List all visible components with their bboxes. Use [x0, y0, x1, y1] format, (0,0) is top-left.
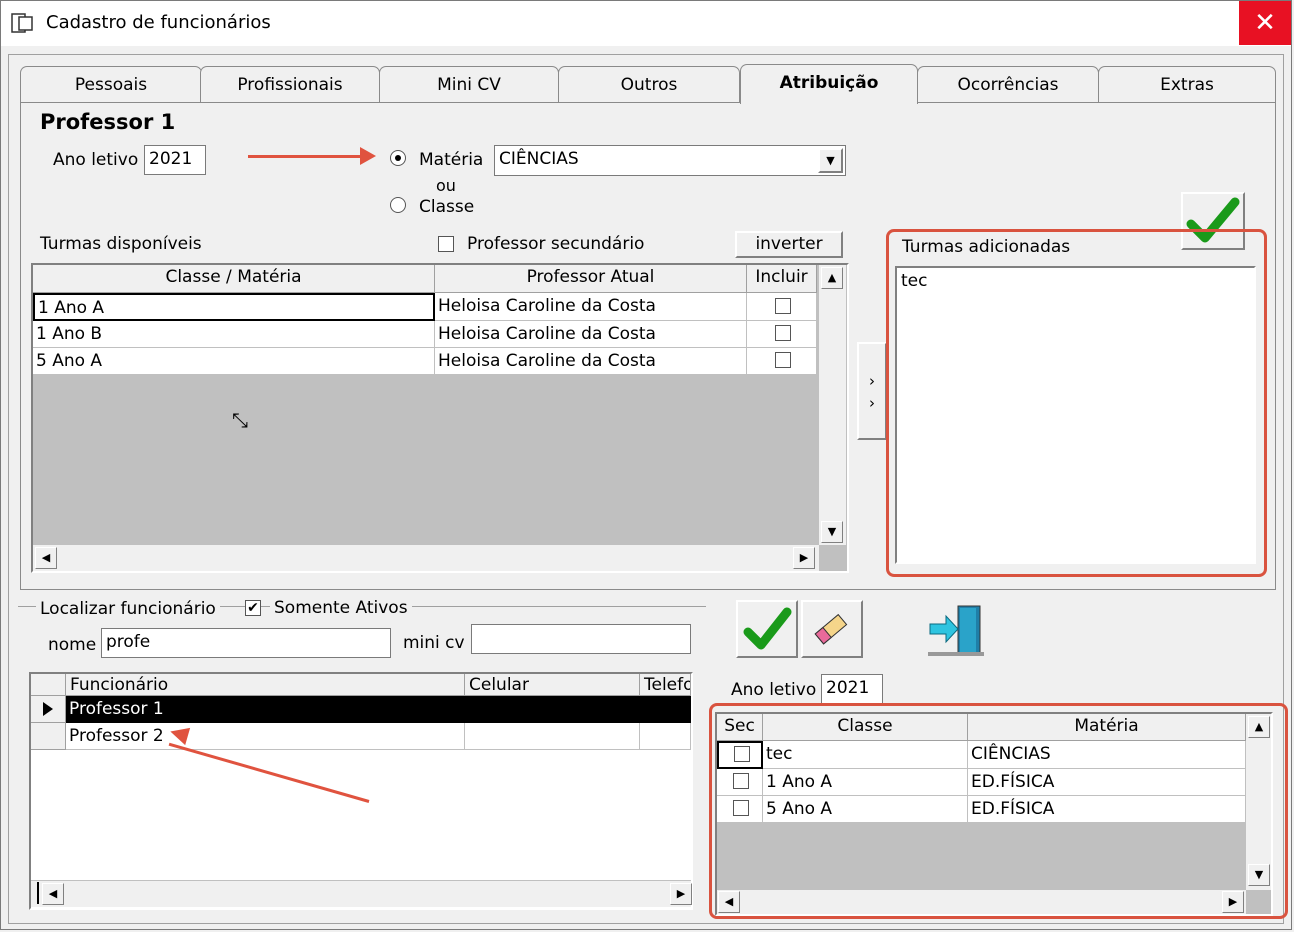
- radio-materia-label: Matéria: [419, 150, 484, 170]
- col-sec: Sec: [717, 714, 763, 741]
- list-item[interactable]: tec: [897, 268, 1254, 294]
- row-indicator: [31, 723, 66, 750]
- somente-ativos-label: Somente Ativos: [270, 598, 412, 618]
- tab-ocorrencias[interactable]: Ocorrências: [917, 66, 1099, 102]
- scroll-left-icon[interactable]: ◀: [42, 883, 64, 905]
- clear-button[interactable]: [801, 600, 863, 658]
- ou-label: ou: [436, 176, 456, 195]
- checkmark-icon: [743, 607, 792, 650]
- annotation-arrowhead: [360, 147, 376, 165]
- bottom-ano-letivo-label: Ano letivo: [731, 680, 817, 700]
- nome-input[interactable]: profe: [101, 628, 391, 658]
- col-classe: Classe: [763, 714, 968, 741]
- col-classe-materia: Classe / Matéria: [33, 265, 435, 293]
- prof-secundario-checkbox[interactable]: [438, 236, 454, 252]
- radio-classe[interactable]: [390, 197, 406, 213]
- table-row-classe[interactable]: 1 Ano A: [763, 769, 968, 796]
- tab-profissionais[interactable]: Profissionais: [200, 66, 380, 102]
- sec-checkbox-cell[interactable]: [717, 741, 763, 769]
- col-materia: Matéria: [968, 714, 1246, 741]
- bottom-ano-letivo-input[interactable]: 2021: [821, 674, 883, 704]
- row-indicator-header: [31, 674, 66, 696]
- vertical-scrollbar[interactable]: [819, 265, 846, 545]
- table-row-celular[interactable]: [465, 723, 640, 750]
- table-row-prof[interactable]: Heloisa Caroline da Costa: [435, 293, 747, 321]
- scroll-right-icon[interactable]: ▶: [1222, 891, 1244, 913]
- ano-letivo-input[interactable]: 2021: [144, 145, 206, 175]
- sec-checkbox-cell[interactable]: [717, 769, 763, 796]
- exit-button[interactable]: [924, 600, 988, 658]
- close-button[interactable]: ✕: [1239, 1, 1291, 45]
- app-icon: [10, 11, 34, 35]
- inverter-button[interactable]: inverter: [735, 231, 843, 258]
- table-row-telefone[interactable]: [640, 723, 691, 750]
- turmas-adicionadas-list[interactable]: tec: [895, 266, 1256, 564]
- scroll-divider: [37, 882, 39, 904]
- row-pointer-icon: [31, 696, 66, 723]
- turmas-disponiveis-label: Turmas disponíveis: [40, 234, 202, 254]
- horizontal-scrollbar[interactable]: [33, 545, 819, 571]
- table-row-classe[interactable]: 1 Ano A: [33, 293, 435, 321]
- scroll-left-icon[interactable]: ◀: [718, 891, 740, 913]
- col-incluir: Incluir: [747, 265, 817, 293]
- scroll-left-icon[interactable]: ◀: [35, 547, 57, 569]
- table-row-materia[interactable]: ED.FÍSICA: [968, 796, 1246, 823]
- radio-materia[interactable]: [390, 150, 406, 166]
- scroll-down-icon[interactable]: ▼: [1248, 864, 1270, 886]
- scroll-up-icon[interactable]: ▲: [1248, 716, 1270, 738]
- table-row-incluir[interactable]: [747, 293, 817, 321]
- table-row-incluir[interactable]: [747, 321, 817, 348]
- table-row-classe[interactable]: 5 Ano A: [763, 796, 968, 823]
- table-row-prof[interactable]: Heloisa Caroline da Costa: [435, 321, 747, 348]
- scroll-right-icon[interactable]: ▶: [670, 883, 692, 905]
- table-row-classe[interactable]: 5 Ano A: [33, 348, 435, 375]
- prof-secundario-label: Professor secundário: [467, 234, 645, 254]
- professor-heading: Professor 1: [40, 110, 176, 134]
- table-row-classe[interactable]: tec: [763, 741, 968, 769]
- materia-select[interactable]: CIÊNCIAS: [494, 145, 846, 176]
- eraser-icon: [814, 613, 848, 645]
- somente-ativos-checkbox[interactable]: ✔: [245, 600, 261, 616]
- table-row-materia[interactable]: ED.FÍSICA: [968, 769, 1246, 796]
- horizontal-scrollbar[interactable]: [31, 880, 691, 907]
- double-chevron-right-icon: › ›: [869, 372, 875, 412]
- window-title: Cadastro de funcionários: [46, 12, 271, 33]
- annotation-arrow: [248, 155, 366, 158]
- table-row-classe[interactable]: 1 Ano B: [33, 321, 435, 348]
- table-row-prof[interactable]: Heloisa Caroline da Costa: [435, 348, 747, 375]
- exit-door-icon: [928, 605, 984, 656]
- resize-cursor-icon: ⤡: [232, 408, 248, 432]
- col-funcionario: Funcionário: [66, 674, 465, 696]
- tab-pessoais[interactable]: Pessoais: [20, 66, 202, 102]
- table-row[interactable]: Professor 2: [66, 723, 465, 750]
- scroll-down-icon[interactable]: ▼: [821, 521, 843, 543]
- scroll-right-icon[interactable]: ▶: [793, 547, 815, 569]
- chevron-down-icon[interactable]: ▼: [818, 148, 843, 173]
- mini-cv-label: mini cv: [403, 633, 465, 653]
- tab-outros[interactable]: Outros: [558, 66, 740, 102]
- ano-letivo-label: Ano letivo: [53, 150, 139, 170]
- save-button[interactable]: [736, 600, 798, 658]
- table-row-incluir[interactable]: [747, 348, 817, 375]
- tab-extras[interactable]: Extras: [1098, 66, 1276, 102]
- sec-checkbox-cell[interactable]: [717, 796, 763, 823]
- col-celular: Celular: [465, 674, 640, 696]
- table-row-materia[interactable]: CIÊNCIAS: [968, 741, 1246, 769]
- employee-name: Professor 1: [69, 699, 164, 719]
- scroll-up-icon[interactable]: ▲: [821, 267, 843, 289]
- table-row-selected[interactable]: Professor 1: [66, 696, 691, 723]
- localizar-label: Localizar funcionário: [36, 599, 220, 619]
- tab-mini-cv[interactable]: Mini CV: [379, 66, 559, 102]
- turmas-adicionadas-label: Turmas adicionadas: [902, 237, 1071, 257]
- mini-cv-input[interactable]: [471, 624, 691, 654]
- move-right-button[interactable]: › ›: [857, 342, 887, 440]
- col-telefone: Telefo: [640, 674, 691, 696]
- col-professor-atual: Professor Atual: [435, 265, 747, 293]
- materia-value: CIÊNCIAS: [499, 149, 579, 169]
- nome-label: nome: [48, 635, 97, 655]
- tab-atribuicao[interactable]: Atribuição: [740, 64, 918, 104]
- radio-classe-label: Classe: [419, 197, 475, 217]
- horizontal-scrollbar[interactable]: [717, 890, 1246, 914]
